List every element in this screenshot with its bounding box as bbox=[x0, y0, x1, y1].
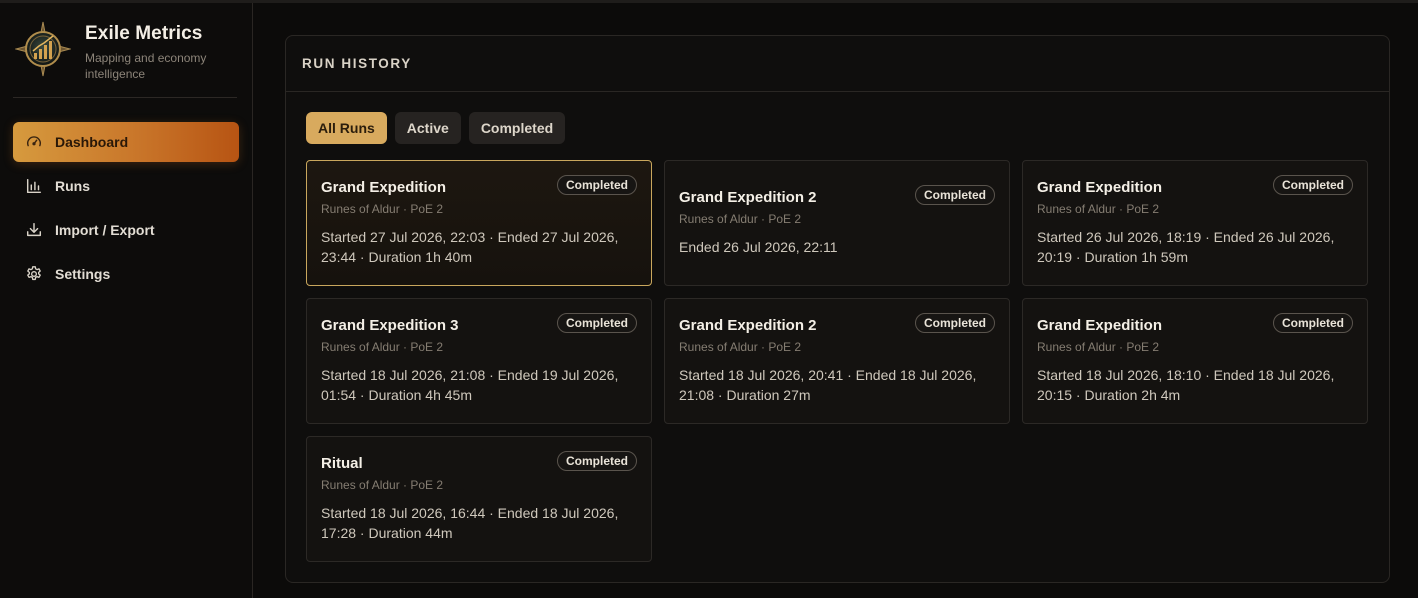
nav-label-settings: Settings bbox=[55, 266, 111, 282]
run-title: Grand Expedition bbox=[1037, 317, 1163, 334]
sidebar-nav: Dashboard Runs Import / Export Settings bbox=[13, 122, 239, 294]
run-title: Grand Expedition bbox=[1037, 179, 1163, 196]
gauge-icon bbox=[25, 133, 43, 151]
nav-item-import-export[interactable]: Import / Export bbox=[13, 210, 239, 250]
nav-label-import-export: Import / Export bbox=[55, 222, 155, 238]
run-card[interactable]: Grand Expedition Completed Runes of Aldu… bbox=[306, 160, 652, 286]
panel-header: RUN HISTORY bbox=[286, 36, 1389, 92]
app-window: Exile Metrics Mapping and economy intell… bbox=[0, 0, 1418, 598]
run-history-panel: RUN HISTORY All Runs Active Completed Gr… bbox=[285, 35, 1390, 583]
run-card[interactable]: Grand Expedition Completed Runes of Aldu… bbox=[1022, 160, 1368, 286]
run-subtitle: Runes of Aldur · PoE 2 bbox=[321, 478, 444, 492]
panel-title: RUN HISTORY bbox=[302, 56, 412, 71]
filter-all-runs[interactable]: All Runs bbox=[306, 112, 387, 144]
run-subtitle: Runes of Aldur · PoE 2 bbox=[321, 340, 444, 354]
run-meta: Started 18 Jul 2026, 18:10 · Ended 18 Ju… bbox=[1037, 367, 1335, 403]
nav-item-dashboard[interactable]: Dashboard bbox=[13, 122, 239, 162]
run-card[interactable]: Grand Expedition 2 Completed Runes of Al… bbox=[664, 160, 1010, 286]
nav-item-settings[interactable]: Settings bbox=[13, 254, 239, 294]
nav-item-runs[interactable]: Runs bbox=[13, 166, 239, 206]
status-badge: Completed bbox=[914, 313, 995, 333]
filter-tabs: All Runs Active Completed bbox=[286, 92, 1389, 144]
run-subtitle: Runes of Aldur · PoE 2 bbox=[679, 340, 802, 354]
run-title: Grand Expedition bbox=[321, 179, 447, 196]
filter-active[interactable]: Active bbox=[394, 112, 461, 144]
run-subtitle: Runes of Aldur · PoE 2 bbox=[1037, 340, 1160, 354]
run-meta: Started 26 Jul 2026, 18:19 · Ended 26 Ju… bbox=[1037, 229, 1335, 265]
status-badge: Completed bbox=[914, 185, 995, 205]
status-badge: Completed bbox=[556, 313, 637, 333]
run-subtitle: Runes of Aldur · PoE 2 bbox=[321, 202, 444, 216]
download-icon bbox=[25, 221, 43, 239]
run-subtitle: Runes of Aldur · PoE 2 bbox=[1037, 202, 1160, 216]
brand: Exile Metrics Mapping and economy intell… bbox=[13, 21, 239, 82]
run-meta: Started 27 Jul 2026, 22:03 · Ended 27 Ju… bbox=[321, 229, 619, 265]
app-subtitle: Mapping and economy intelligence bbox=[85, 51, 207, 81]
run-card[interactable]: Grand Expedition 3 Completed Runes of Al… bbox=[306, 298, 652, 424]
sidebar: Exile Metrics Mapping and economy intell… bbox=[0, 3, 253, 598]
nav-label-dashboard: Dashboard bbox=[55, 134, 129, 150]
run-meta: Started 18 Jul 2026, 20:41 · Ended 18 Ju… bbox=[679, 367, 977, 403]
run-card[interactable]: Grand Expedition 2 Completed Runes of Al… bbox=[664, 298, 1010, 424]
app-title: Exile Metrics bbox=[85, 23, 203, 44]
run-card-grid: Grand Expedition Completed Runes of Aldu… bbox=[286, 144, 1389, 562]
compass-logo-icon bbox=[15, 21, 71, 77]
run-subtitle: Runes of Aldur · PoE 2 bbox=[679, 212, 802, 226]
run-card[interactable]: Grand Expedition Completed Runes of Aldu… bbox=[1022, 298, 1368, 424]
status-badge: Completed bbox=[1272, 175, 1353, 195]
run-card[interactable]: Ritual Completed Runes of Aldur · PoE 2 … bbox=[306, 436, 652, 562]
run-title: Grand Expedition 3 bbox=[321, 317, 459, 334]
gear-icon bbox=[25, 265, 43, 283]
nav-label-runs: Runs bbox=[55, 178, 90, 194]
status-badge: Completed bbox=[556, 451, 637, 471]
run-meta: Started 18 Jul 2026, 21:08 · Ended 19 Ju… bbox=[321, 367, 619, 403]
filter-completed[interactable]: Completed bbox=[468, 112, 566, 144]
run-meta: Ended 26 Jul 2026, 22:11 bbox=[679, 239, 838, 255]
sidebar-divider bbox=[13, 97, 237, 98]
run-meta: Started 18 Jul 2026, 16:44 · Ended 18 Ju… bbox=[321, 505, 619, 541]
run-title: Ritual bbox=[321, 455, 363, 472]
main-content: RUN HISTORY All Runs Active Completed Gr… bbox=[253, 3, 1418, 598]
status-badge: Completed bbox=[556, 175, 637, 195]
status-badge: Completed bbox=[1272, 313, 1353, 333]
run-title: Grand Expedition 2 bbox=[679, 317, 817, 334]
run-title: Grand Expedition 2 bbox=[679, 189, 817, 206]
bar-chart-icon bbox=[25, 177, 43, 195]
